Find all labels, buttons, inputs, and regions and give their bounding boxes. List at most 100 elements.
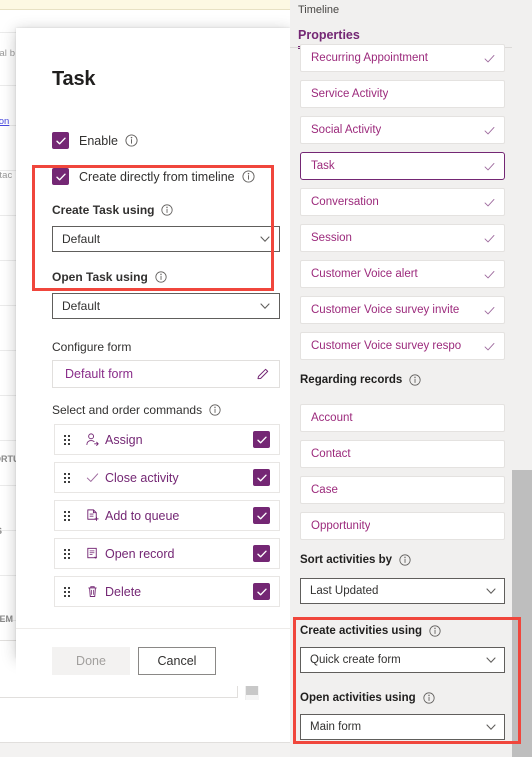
create-task-using-label: Create Task using [52,203,155,217]
command-label-add-to-queue: Add to queue [105,508,180,523]
chevron-down-icon[interactable] [259,233,271,245]
regarding-records-label-row: Regarding records [300,374,421,386]
regarding-row-contact[interactable]: Contact [300,440,505,468]
cancel-button[interactable]: Cancel [138,647,216,675]
command-checkbox-assign[interactable] [253,431,270,448]
assign-user-icon [79,432,105,447]
regarding-label: Case [311,484,338,496]
checkmark-icon [483,304,496,317]
background-link-fragment[interactable]: con [0,116,9,127]
drag-handle-icon[interactable] [55,471,79,485]
trash-icon [79,584,105,599]
drag-handle-icon[interactable] [55,433,79,447]
open-task-using-label-row: Open Task using [52,270,167,284]
chevron-down-icon[interactable] [485,721,497,733]
entity-row-customer-voice-survey-response[interactable]: Customer Voice survey respo [300,332,505,360]
enable-label: Enable [79,133,118,148]
command-row-delete[interactable]: Delete [54,576,280,607]
info-icon[interactable] [423,692,435,704]
entity-label: Social Activity [311,124,382,136]
command-checkbox-open-record[interactable] [253,545,270,562]
entity-label: Customer Voice alert [311,268,418,280]
configure-form-box[interactable]: Default form [52,360,280,388]
command-checkbox-add-to-queue[interactable] [253,507,270,524]
background-caption-fragment-2: S [0,526,2,536]
command-checkbox-close-activity[interactable] [253,469,270,486]
command-row-assign[interactable]: Assign [54,424,280,455]
entity-label: Task [311,160,335,172]
command-row-close-activity[interactable]: Close activity [54,462,280,493]
create-directly-checkbox[interactable] [52,168,69,185]
command-label-assign: Assign [105,432,143,447]
entity-row-social-activity[interactable]: Social Activity [300,116,505,144]
command-checkbox-delete[interactable] [253,583,270,600]
info-icon[interactable] [155,271,167,283]
chevron-down-icon[interactable] [485,654,497,666]
create-directly-label: Create directly from timeline [79,169,235,184]
regarding-records-label: Regarding records [300,374,403,386]
regarding-row-case[interactable]: Case [300,476,505,504]
regarding-row-account[interactable]: Account [300,404,505,432]
entity-label: Conversation [311,196,379,208]
enable-checkbox-row[interactable]: Enable [52,132,138,149]
drag-handle-icon[interactable] [55,509,79,523]
create-activities-dropdown[interactable]: Quick create form [300,647,505,673]
open-activities-dropdown[interactable]: Main form [300,714,505,740]
regarding-label: Account [311,412,353,424]
panel-scrollbar-thumb[interactable] [512,470,532,757]
entity-row-customer-voice-survey-invite[interactable]: Customer Voice survey invite [300,296,505,324]
configure-form-value: Default form [65,367,134,381]
checkmark-icon [483,52,496,65]
sort-activities-dropdown[interactable]: Last Updated [300,578,505,604]
entity-row-session[interactable]: Session [300,224,505,252]
regarding-label: Opportunity [311,520,371,532]
chevron-down-icon[interactable] [259,300,271,312]
info-icon[interactable] [399,554,411,566]
open-task-using-value: Default [62,299,101,313]
background-status-strip [0,742,290,757]
chevron-down-icon[interactable] [485,585,497,597]
info-icon[interactable] [161,204,174,216]
command-label-delete: Delete [105,584,142,599]
entity-row-conversation[interactable]: Conversation [300,188,505,216]
entity-row-customer-voice-alert[interactable]: Customer Voice alert [300,260,505,288]
entity-label: Recurring Appointment [311,52,428,64]
open-record-icon [79,546,105,561]
info-icon[interactable] [209,404,221,416]
dialog-title: Task [52,68,96,90]
background-text-fragment-2: ntac [0,170,13,181]
entity-row-recurring-appointment[interactable]: Recurring Appointment [300,44,505,72]
tab-properties[interactable]: Properties [298,28,360,42]
drag-handle-icon[interactable] [55,585,79,599]
create-task-using-dropdown[interactable]: Default [52,226,280,252]
drag-handle-icon[interactable] [55,547,79,561]
screen: ual b con ntac ORTU S LEM ⇤ ← Page 1 → ▼… [0,0,532,757]
entity-row-service-activity[interactable]: Service Activity [300,80,505,108]
create-directly-checkbox-row[interactable]: Create directly from timeline [52,168,255,185]
open-task-using-dropdown[interactable]: Default [52,293,280,319]
command-label-close-activity: Close activity [105,470,179,485]
create-activities-label-row: Create activities using [300,625,441,637]
enable-checkbox[interactable] [52,132,69,149]
checkmark-icon [79,470,105,485]
info-icon[interactable] [242,170,255,183]
background-caption-fragment-3: LEM [0,614,13,624]
regarding-row-opportunity[interactable]: Opportunity [300,512,505,540]
create-activities-value: Quick create form [310,654,401,666]
command-row-open-record[interactable]: Open record [54,538,280,569]
entity-row-task[interactable]: Task [300,152,505,180]
pencil-icon[interactable] [256,367,270,381]
info-icon[interactable] [429,625,441,637]
add-to-queue-icon [79,508,105,523]
breadcrumb[interactable]: Timeline [298,4,339,16]
done-button[interactable]: Done [52,647,130,675]
info-icon[interactable] [125,134,138,147]
create-task-using-value: Default [62,232,101,246]
background-text-fragment: ual b [0,48,16,59]
open-activities-label: Open activities using [300,692,416,704]
command-row-add-to-queue[interactable]: Add to queue [54,500,280,531]
sort-activities-value: Last Updated [310,585,379,597]
command-label-open-record: Open record [105,546,175,561]
entity-label: Customer Voice survey respo [311,340,462,352]
info-icon[interactable] [409,374,421,386]
